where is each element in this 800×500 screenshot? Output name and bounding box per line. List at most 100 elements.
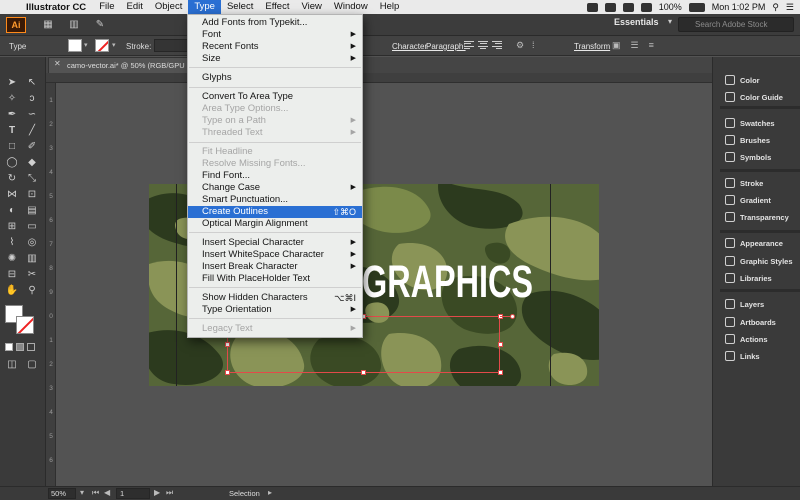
panel-dock-strip[interactable] bbox=[712, 57, 720, 486]
gradient-tool-icon[interactable]: ▭ bbox=[25, 221, 39, 233]
panel-transparency[interactable]: Transparency bbox=[722, 210, 800, 224]
line-segment-tool-icon[interactable]: ╱ bbox=[25, 125, 39, 137]
curvature-tool-icon[interactable]: ∽ bbox=[25, 109, 39, 121]
menu-item-insert-special-character[interactable]: Insert Special Character ▶ bbox=[188, 237, 362, 249]
menu-item-glyphs[interactable]: Glyphs bbox=[188, 72, 362, 84]
character-panel-link[interactable]: Character bbox=[392, 42, 427, 51]
menu-item-insert-break-character[interactable]: Insert Break Character ▶ bbox=[188, 261, 362, 273]
rectangle-tool-icon[interactable]: □ bbox=[5, 141, 19, 153]
hand-tool-icon[interactable]: ✋ bbox=[5, 285, 19, 297]
app-menu[interactable]: Illustrator CC bbox=[22, 2, 93, 13]
recolor-icon[interactable]: ⚙ bbox=[516, 40, 524, 51]
document-tab[interactable]: camo-vector.ai* @ 50% (RGB/GPU Previ bbox=[48, 57, 196, 73]
menu-item-smart-punctuation[interactable]: Smart Punctuation... bbox=[188, 194, 362, 206]
rotate-tool-icon[interactable]: ↻ bbox=[5, 173, 19, 185]
resize-handle[interactable] bbox=[498, 370, 503, 375]
align-center-icon[interactable] bbox=[478, 40, 488, 50]
menu-item-convert-to-area-type[interactable]: Convert To Area Type bbox=[188, 91, 362, 103]
stroke-color-box[interactable] bbox=[16, 316, 34, 334]
chevron-right-icon[interactable]: ▸ bbox=[268, 488, 272, 497]
resize-handle[interactable] bbox=[498, 342, 503, 347]
eyedropper-tool-icon[interactable]: ⌇ bbox=[5, 237, 19, 249]
creative-cloud-icon[interactable] bbox=[604, 2, 616, 12]
zoom-level-field[interactable]: 50% bbox=[48, 488, 76, 499]
panel-color[interactable]: Color bbox=[722, 73, 800, 87]
spotlight-icon[interactable]: ⚲ bbox=[772, 2, 779, 13]
resize-handle[interactable] bbox=[361, 370, 366, 375]
panel-actions[interactable]: Actions bbox=[722, 332, 800, 346]
symbol-sprayer-tool-icon[interactable]: ✺ bbox=[5, 253, 19, 265]
artboard-number-field[interactable]: 1 bbox=[116, 488, 150, 499]
screen-mode-icon[interactable]: ▢ bbox=[25, 359, 39, 371]
horizontal-ruler[interactable] bbox=[46, 73, 712, 83]
fill-swatch[interactable] bbox=[68, 39, 82, 52]
panel-links[interactable]: Links bbox=[722, 349, 800, 363]
panel-brushes[interactable]: Brushes bbox=[722, 133, 800, 147]
align-objects-icon[interactable]: ⁞ bbox=[532, 40, 535, 50]
status-text[interactable]: Selection bbox=[229, 489, 260, 498]
transform-panel-link[interactable]: Transform bbox=[574, 42, 610, 51]
chevron-down-icon[interactable]: ▾ bbox=[84, 41, 88, 49]
perspective-grid-tool-icon[interactable]: ▤ bbox=[25, 205, 39, 217]
resize-handle[interactable] bbox=[225, 370, 230, 375]
panel-color-guide[interactable]: Color Guide bbox=[722, 90, 800, 104]
volume-icon[interactable] bbox=[640, 2, 652, 12]
zoom-tool-icon[interactable]: ⚲ bbox=[25, 285, 39, 297]
workspace-switcher[interactable]: Essentials bbox=[614, 17, 659, 27]
panel-appearance[interactable]: Appearance bbox=[722, 236, 800, 250]
panel-symbols[interactable]: Symbols bbox=[722, 150, 800, 164]
arrange-documents-icon[interactable]: ▥ bbox=[66, 18, 82, 32]
text-port-handle[interactable] bbox=[510, 314, 515, 319]
bridge-icon[interactable]: ▦ bbox=[40, 18, 56, 32]
eraser-tool-icon[interactable]: ◆ bbox=[25, 157, 39, 169]
column-graph-tool-icon[interactable]: ▥ bbox=[25, 253, 39, 265]
mesh-tool-icon[interactable]: ⊞ bbox=[5, 221, 19, 233]
stroke-label[interactable]: Stroke: bbox=[126, 42, 151, 51]
type-tool-icon[interactable]: T bbox=[5, 125, 19, 137]
menu-item-font[interactable]: Font ▶ bbox=[188, 29, 362, 41]
panel-artboards[interactable]: Artboards bbox=[722, 315, 800, 329]
stroke-weight-field[interactable] bbox=[154, 39, 188, 52]
close-icon[interactable]: ✕ bbox=[54, 59, 61, 68]
brush-icon[interactable]: ✎ bbox=[92, 18, 108, 32]
selection-tool-icon[interactable]: ➤ bbox=[5, 77, 19, 89]
align-left-icon[interactable] bbox=[464, 40, 474, 50]
color-mode-icon[interactable] bbox=[5, 343, 13, 351]
previous-artboard-icon[interactable]: ◀ bbox=[104, 488, 110, 497]
shaper-tool-icon[interactable]: ◯ bbox=[5, 157, 19, 169]
align-right-icon[interactable] bbox=[492, 40, 502, 50]
pen-tool-icon[interactable]: ✒ bbox=[5, 109, 19, 121]
menu-icon[interactable]: ≡ bbox=[649, 40, 654, 51]
paintbrush-tool-icon[interactable]: ✐ bbox=[25, 141, 39, 153]
panel-gradient[interactable]: Gradient bbox=[722, 193, 800, 207]
clock[interactable]: Mon 1:02 PM bbox=[712, 2, 766, 12]
notification-center-icon[interactable]: ☰ bbox=[786, 2, 794, 13]
menu-object[interactable]: Object bbox=[149, 0, 188, 14]
gradient-mode-icon[interactable] bbox=[16, 343, 24, 351]
magic-wand-tool-icon[interactable]: ✧ bbox=[5, 93, 19, 105]
menu-help[interactable]: Help bbox=[374, 0, 406, 14]
lasso-tool-icon[interactable]: ↄ bbox=[25, 93, 39, 105]
paragraph-panel-link[interactable]: Paragraph: bbox=[426, 42, 466, 51]
chevron-down-icon[interactable]: ▾ bbox=[80, 488, 84, 497]
draw-mode-icon[interactable]: ◫ bbox=[5, 359, 19, 371]
panel-swatches[interactable]: Swatches bbox=[722, 116, 800, 130]
width-tool-icon[interactable]: ⋈ bbox=[5, 189, 19, 201]
panel-stroke[interactable]: Stroke bbox=[722, 176, 800, 190]
chevron-down-icon[interactable]: ▾ bbox=[668, 17, 672, 26]
search-stock-input[interactable]: Search Adobe Stock bbox=[678, 17, 794, 32]
dropbox-icon[interactable] bbox=[586, 2, 598, 12]
direct-selection-tool-icon[interactable]: ↖ bbox=[25, 77, 39, 89]
battery-percent[interactable]: 100% bbox=[659, 2, 682, 12]
artboard-tool-icon[interactable]: ⊟ bbox=[5, 269, 19, 281]
menu-item-optical-margin-alignment[interactable]: Optical Margin Alignment bbox=[188, 218, 362, 230]
menu-effect[interactable]: Effect bbox=[259, 0, 295, 14]
menu-item-insert-whitespace-character[interactable]: Insert WhiteSpace Character ▶ bbox=[188, 249, 362, 261]
vertical-ruler[interactable]: 1 2 3 4 5 6 7 8 9 0 1 2 3 4 5 6 bbox=[46, 83, 56, 486]
menu-item-recent-fonts[interactable]: Recent Fonts ▶ bbox=[188, 41, 362, 53]
menu-edit[interactable]: Edit bbox=[121, 0, 149, 14]
blend-tool-icon[interactable]: ◎ bbox=[25, 237, 39, 249]
menu-view[interactable]: View bbox=[295, 0, 327, 14]
shape-builder-tool-icon[interactable]: ◐ bbox=[5, 205, 19, 217]
isolate-icon[interactable]: ▣ bbox=[612, 40, 621, 51]
